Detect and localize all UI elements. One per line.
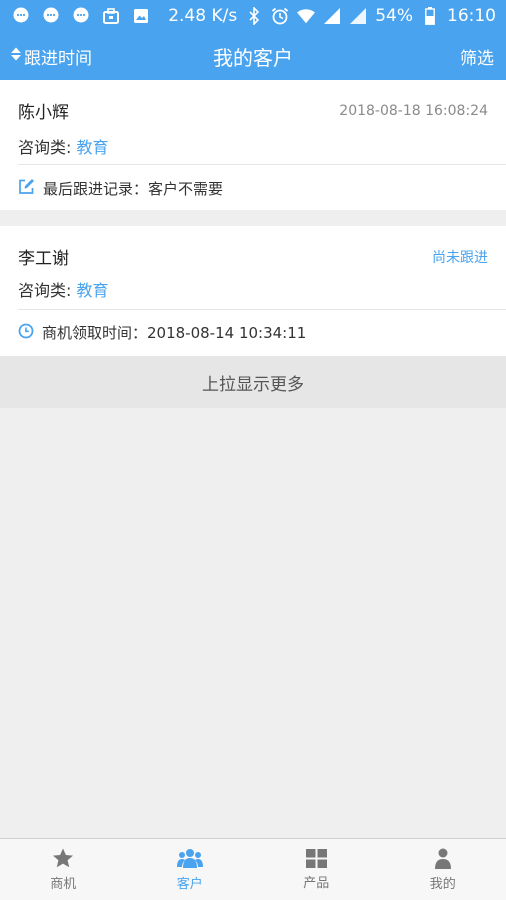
clock-time: 16:10 <box>447 6 496 26</box>
category-label: 咨询类: <box>18 281 77 300</box>
divider <box>18 309 506 310</box>
tab-label: 客户 <box>176 876 203 892</box>
tab-label: 产品 <box>303 875 330 891</box>
grid-icon <box>305 848 327 868</box>
briefcase-icon <box>102 7 120 25</box>
last-follow-up-record: 最后跟进记录：客户不需要 <box>43 180 224 198</box>
battery-percent: 54% <box>375 6 413 26</box>
follow-up-time: 2018-08-18 16:08:24 <box>339 102 488 119</box>
sort-label: 跟进时间 <box>24 48 92 69</box>
person-icon <box>434 848 452 869</box>
customer-name: 陈小辉 <box>18 103 69 123</box>
signal-icon <box>349 7 367 25</box>
system-indicators: 2.48 K/s 54% 16:10 <box>168 6 496 26</box>
app-header: 跟进时间 我的客户 筛选 <box>0 32 506 80</box>
sort-button[interactable]: 跟进时间 <box>10 44 92 69</box>
users-icon <box>176 848 203 869</box>
customer-card[interactable]: 陈小辉 2018-08-18 16:08:24 咨询类: 教育 最后跟进记录：客… <box>0 80 506 210</box>
divider <box>18 164 506 165</box>
category-label: 咨询类: <box>18 138 77 157</box>
sort-arrows-icon <box>10 46 22 67</box>
tab-opportunities[interactable]: 商机 <box>0 839 127 900</box>
chat-icon <box>72 7 90 25</box>
notification-icons <box>12 7 150 25</box>
edit-icon <box>18 178 35 199</box>
status-bar: 2.48 K/s 54% 16:10 <box>0 0 506 32</box>
alarm-icon <box>271 7 289 25</box>
image-icon <box>132 7 150 25</box>
load-more-hint[interactable]: 上拉显示更多 <box>0 356 506 408</box>
customer-card[interactable]: 李工谢 尚未跟进 咨询类: 教育 商机领取时间：2018-08-14 10:34… <box>0 226 506 356</box>
tab-label: 商机 <box>50 876 77 892</box>
category-row: 咨询类: 教育 <box>18 134 109 158</box>
card-footer: 商机领取时间：2018-08-14 10:34:11 <box>18 322 306 343</box>
card-header: 李工谢 尚未跟进 <box>18 244 488 269</box>
card-header: 陈小辉 2018-08-18 16:08:24 <box>18 98 488 124</box>
lead-claim-time: 商机领取时间：2018-08-14 10:34:11 <box>42 324 307 342</box>
battery-icon <box>421 7 439 25</box>
wifi-icon <box>297 7 316 25</box>
filter-button[interactable]: 筛选 <box>460 44 494 69</box>
chat-icon <box>42 7 60 25</box>
category-row: 咨询类: 教育 <box>18 277 109 301</box>
customer-name: 李工谢 <box>18 249 69 269</box>
clock-icon <box>18 323 34 343</box>
bluetooth-icon <box>245 7 263 25</box>
tab-label: 我的 <box>429 876 456 892</box>
network-speed: 2.48 K/s <box>168 6 238 26</box>
signal-icon <box>323 7 341 25</box>
card-footer: 最后跟进记录：客户不需要 <box>18 178 223 199</box>
chat-icon <box>12 7 30 25</box>
star-icon <box>52 848 74 869</box>
category-value: 教育 <box>76 281 109 300</box>
bottom-tab-bar: 商机 客户 产品 我的 <box>0 838 506 900</box>
category-value: 教育 <box>76 138 109 157</box>
follow-up-status: 尚未跟进 <box>432 249 488 266</box>
tab-products[interactable]: 产品 <box>253 839 380 900</box>
tab-customers[interactable]: 客户 <box>127 839 254 900</box>
tab-me[interactable]: 我的 <box>380 839 506 900</box>
